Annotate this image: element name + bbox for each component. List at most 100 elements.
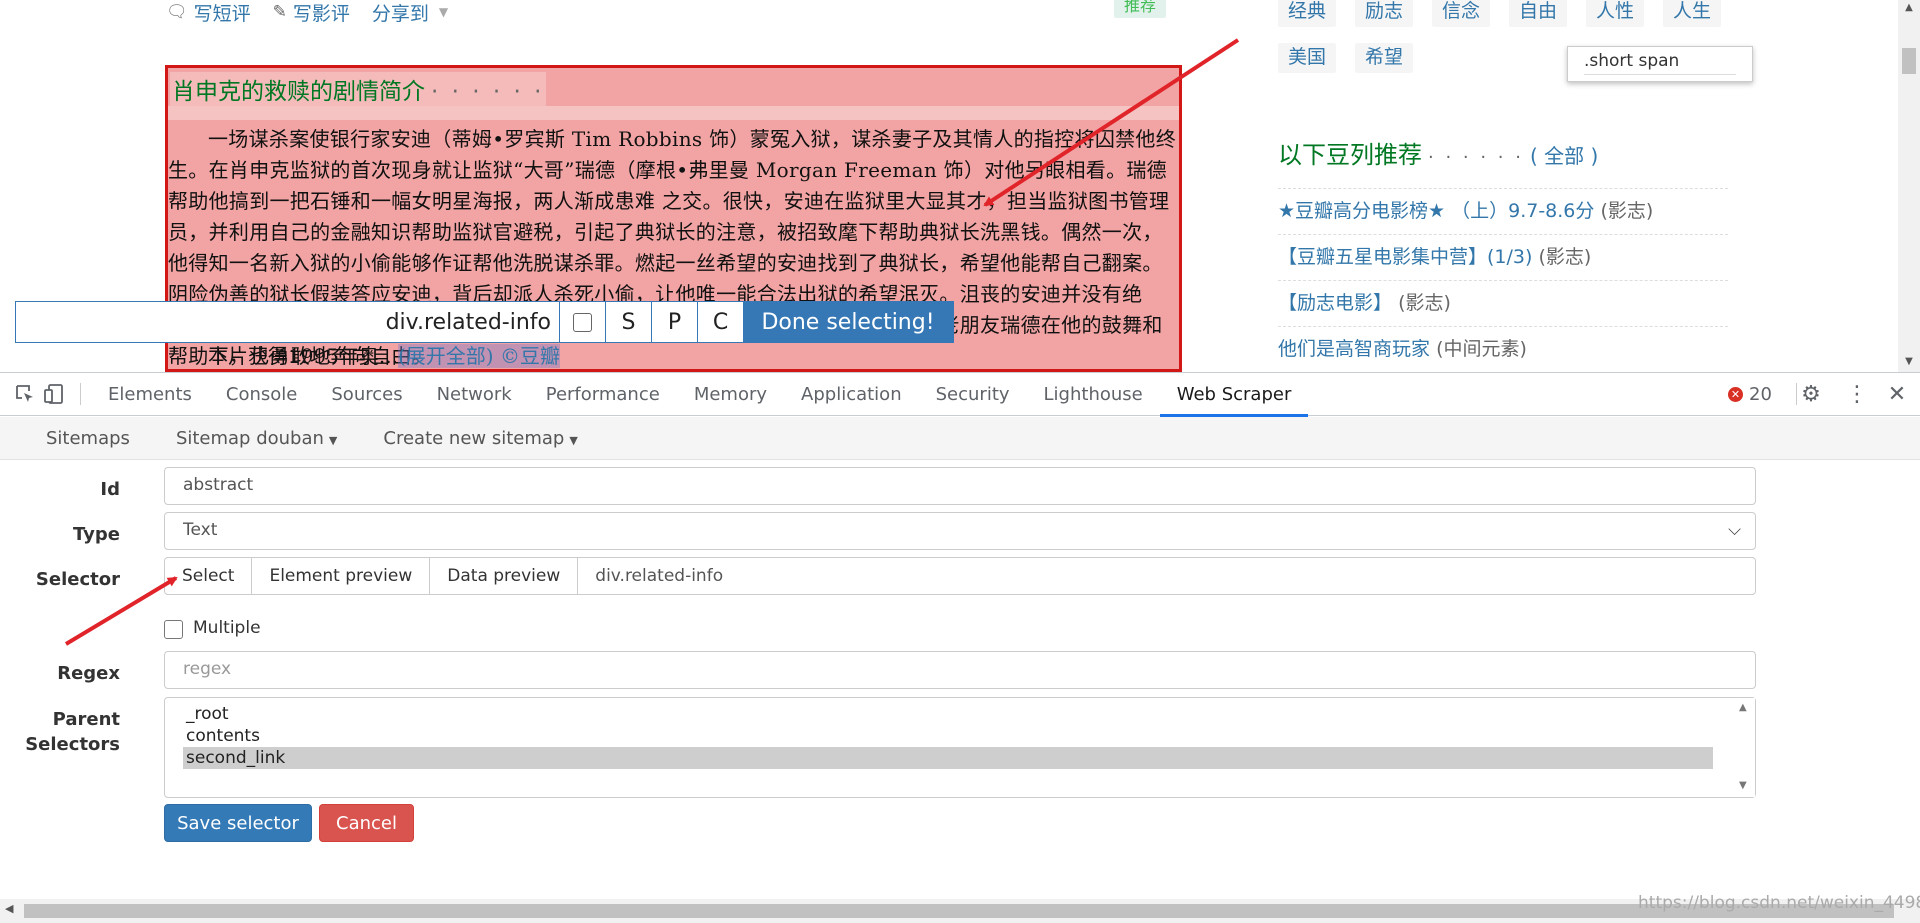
tab-sources[interactable]: Sources (314, 373, 419, 416)
tag[interactable]: 自由 (1509, 0, 1568, 27)
list-item[interactable]: 【励志电影】 (影志) (1278, 280, 1728, 326)
write-short-review-link[interactable]: 🗨 写短评 (166, 0, 251, 25)
inspect-element-icon[interactable] (10, 379, 40, 409)
parent-selectors-label: Parent Selectors (25, 709, 120, 755)
scroll-left-icon[interactable]: ◀ (5, 902, 13, 915)
tag[interactable]: 信念 (1432, 0, 1491, 27)
select-s-button[interactable]: S (605, 302, 651, 342)
scrollbar-thumb[interactable] (24, 904, 1894, 918)
doulist-all-link[interactable]: ( 全部 ) (1530, 144, 1598, 168)
divider (80, 383, 81, 405)
parent-option[interactable]: contents (165, 725, 1713, 747)
error-icon: ✕ (1728, 387, 1743, 402)
checkbox-icon[interactable] (573, 312, 592, 332)
devtools-tabbar: Elements Console Sources Network Perform… (0, 373, 1920, 417)
tab-network[interactable]: Network (420, 373, 529, 416)
doulist-heading: 以下豆列推荐 · · · · · ·( 全部 ) (1278, 141, 1599, 169)
horizontal-scrollbar[interactable]: ◀ (0, 899, 1920, 923)
selection-toolbar: div.related-info S P C Done selecting! (15, 301, 954, 343)
list-item[interactable]: 他们是高智商玩家 (中间元素) (1278, 326, 1728, 372)
expand-all-link[interactable]: (展开全部) ©豆瓣 (397, 344, 560, 368)
multiple-toggle[interactable] (559, 302, 605, 342)
speech-bubble-icon: 🗨 (166, 2, 188, 22)
scroll-up-icon[interactable]: ▲ (1739, 702, 1747, 713)
web-page: 🗨 写短评 ✎ 写影评 分享到 ▼ 推荐 肖申克的救赎的剧情简介 · · · · … (0, 0, 1920, 372)
selector-group: Select Element preview Data preview div.… (164, 557, 1756, 595)
gear-icon[interactable]: ⚙ (1796, 379, 1826, 409)
synopsis-title: 肖申克的救赎的剧情简介 · · · · · · (170, 72, 547, 106)
share-dropdown[interactable]: 分享到 ▼ (371, 0, 449, 25)
pencil-icon: ✎ (272, 2, 287, 22)
multiple-checkbox[interactable] (164, 620, 183, 639)
close-icon[interactable]: ✕ (1882, 379, 1912, 409)
type-value: Text (183, 520, 218, 540)
highlight-band (168, 106, 1179, 120)
element-preview-button[interactable]: Element preview (252, 558, 431, 594)
parent-option[interactable]: _root (165, 703, 1713, 725)
more-options-icon[interactable]: ⋮ (1842, 379, 1872, 409)
tag[interactable]: 美国 (1278, 43, 1337, 73)
action-label: 写影评 (292, 2, 350, 25)
done-selecting-button[interactable]: Done selecting! (743, 302, 953, 342)
watermark: https://blog.csdn.net/weixin_44987255 (1638, 893, 1920, 913)
selected-path: div.related-info (385, 310, 551, 335)
select-c-button[interactable]: C (697, 302, 743, 342)
cancel-button[interactable]: Cancel (319, 804, 414, 842)
nav-create-sitemap[interactable]: Create new sitemap ▼ (360, 428, 600, 449)
tab-performance[interactable]: Performance (529, 373, 677, 416)
save-selector-button[interactable]: Save selector (164, 804, 312, 842)
tab-lighthouse[interactable]: Lighthouse (1027, 373, 1160, 416)
caret-down-icon: ▼ (569, 433, 578, 447)
error-counter[interactable]: ✕ 20 (1728, 384, 1772, 405)
tag[interactable]: 人生 (1663, 0, 1722, 27)
tag[interactable]: 希望 (1355, 43, 1414, 73)
tag[interactable]: 人性 (1586, 0, 1645, 27)
regex-input[interactable]: regex (164, 651, 1756, 689)
list-item[interactable]: ★豆瓣高分电影榜★ （上）9.7-8.6分 (影志) (1278, 188, 1728, 234)
multiple-label: Multiple (193, 617, 261, 638)
id-label: Id (100, 479, 120, 500)
select-p-button[interactable]: P (651, 302, 697, 342)
tab-memory[interactable]: Memory (677, 373, 784, 416)
doulist-list: ★豆瓣高分电影榜★ （上）9.7-8.6分 (影志) 【豆瓣五星电影集中营】(1… (1278, 188, 1728, 372)
synopsis-footer: 本片获得1995年奥...(展开全部) ©豆瓣 (208, 344, 560, 368)
selector-label: Selector (35, 569, 120, 590)
scroll-down-icon[interactable]: ▼ (1903, 356, 1915, 367)
tab-console[interactable]: Console (209, 373, 314, 416)
recommend-tag[interactable]: 推荐 (1114, 0, 1167, 18)
list-item[interactable]: 【豆瓣五星电影集中营】(1/3) (影志) (1278, 234, 1728, 280)
screen: 🗨 写短评 ✎ 写影评 分享到 ▼ 推荐 肖申克的救赎的剧情简介 · · · · … (0, 0, 1920, 923)
data-preview-button[interactable]: Data preview (430, 558, 579, 594)
tab-security[interactable]: Security (919, 373, 1027, 416)
review-actions: 🗨 写短评 ✎ 写影评 分享到 ▼ (166, 0, 449, 25)
write-review-link[interactable]: ✎ 写影评 (272, 0, 350, 25)
type-label: Type (73, 524, 120, 545)
tab-elements[interactable]: Elements (91, 373, 209, 416)
select-button[interactable]: Select (165, 558, 253, 594)
action-label: 写短评 (193, 2, 251, 25)
device-toolbar-icon[interactable] (40, 379, 70, 409)
type-select[interactable]: Text ⌵ (164, 512, 1756, 550)
action-label: 分享到 (371, 2, 429, 25)
regex-label: Regex (57, 663, 120, 684)
selector-input[interactable]: div.related-info (578, 558, 1755, 594)
tab-application[interactable]: Application (784, 373, 919, 416)
list-scrollbar[interactable]: ▲ ▼ (1735, 698, 1755, 797)
tag[interactable]: 经典 (1278, 0, 1337, 27)
caret-down-icon: ▼ (328, 433, 338, 447)
scroll-up-icon[interactable]: ▲ (1903, 2, 1915, 13)
scrollbar-thumb[interactable] (1902, 48, 1916, 74)
parent-selectors-list[interactable]: _root contents second_link ▲ ▼ (164, 697, 1756, 798)
id-input[interactable]: abstract (164, 467, 1756, 505)
multiple-option: Multiple (164, 616, 261, 639)
nav-sitemaps[interactable]: Sitemaps (0, 428, 153, 449)
scroll-down-icon[interactable]: ▼ (1739, 780, 1747, 791)
nav-sitemap-dropdown[interactable]: Sitemap douban ▼ (153, 428, 360, 449)
scraper-nav: Sitemaps Sitemap douban ▼ Create new site… (0, 417, 1920, 460)
caret-down-icon: ▼ (438, 5, 449, 19)
selector-tooltip: .short span (1567, 46, 1753, 82)
parent-option-selected[interactable]: second_link (183, 747, 1713, 769)
tab-web-scraper[interactable]: Web Scraper (1159, 373, 1309, 417)
tag[interactable]: 励志 (1355, 0, 1414, 27)
page-scrollbar[interactable]: ▲ ▼ (1898, 0, 1920, 372)
